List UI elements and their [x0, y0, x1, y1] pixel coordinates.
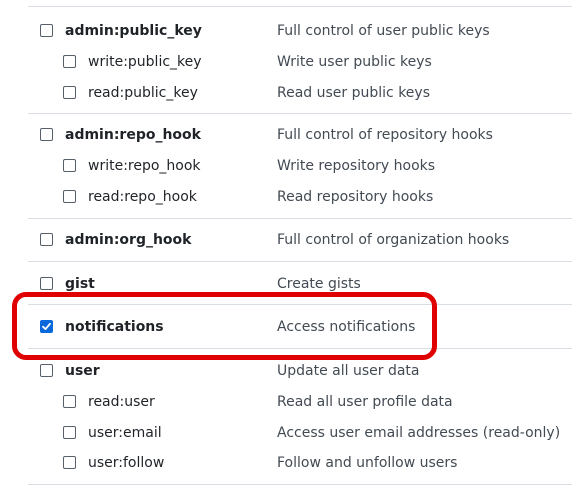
- scope-row-write-public-key: write:public_key Write user public keys: [28, 50, 572, 74]
- scope-row-gist: gist Create gists: [28, 272, 572, 296]
- scope-description: Access user email addresses (read-only): [277, 425, 561, 441]
- checkmark-icon: [42, 322, 51, 330]
- scope-group-notifications: notifications Access notifications: [28, 305, 572, 349]
- scope-label: user:email: [88, 425, 162, 441]
- scope-label: read:public_key: [88, 85, 198, 101]
- scope-row-read-repo-hook: read:repo_hook Read repository hooks: [28, 185, 572, 209]
- scope-label: read:user: [88, 394, 155, 410]
- scope-description: Full control of repository hooks: [277, 127, 493, 143]
- scope-label: read:repo_hook: [88, 189, 197, 205]
- gist-checkbox[interactable]: [40, 277, 53, 290]
- scope-row-read-public-key: read:public_key Read user public keys: [28, 81, 572, 105]
- notifications-checkbox[interactable]: [40, 320, 53, 333]
- write-public-key-checkbox[interactable]: [63, 55, 76, 68]
- scope-label: write:repo_hook: [88, 158, 201, 174]
- scope-description: Read all user profile data: [277, 394, 453, 410]
- user-checkbox[interactable]: [40, 364, 53, 377]
- scope-row-notifications: notifications Access notifications: [28, 315, 572, 339]
- scope-row-admin-repo-hook: admin:repo_hook Full control of reposito…: [28, 123, 572, 147]
- scope-description: Write user public keys: [277, 54, 432, 70]
- scope-group-admin-repo-hook: admin:repo_hook Full control of reposito…: [28, 114, 572, 219]
- scope-row-read-user: read:user Read all user profile data: [28, 390, 572, 414]
- oauth-scopes-panel: admin:public_key Full control of user pu…: [0, 0, 572, 496]
- scope-label: user:follow: [88, 455, 165, 471]
- read-public-key-checkbox[interactable]: [63, 86, 76, 99]
- scope-label: notifications: [65, 319, 164, 335]
- scope-description: Full control of organization hooks: [277, 232, 510, 248]
- scope-label: admin:public_key: [65, 23, 202, 39]
- admin-org-hook-checkbox[interactable]: [40, 233, 53, 246]
- read-user-checkbox[interactable]: [63, 395, 76, 408]
- scope-row-admin-org-hook: admin:org_hook Full control of organizat…: [28, 228, 572, 252]
- scope-row-admin-public-key: admin:public_key Full control of user pu…: [28, 19, 572, 43]
- scope-label: user: [65, 363, 100, 379]
- scope-group-admin-public-key: admin:public_key Full control of user pu…: [28, 7, 572, 114]
- scope-group-gist: gist Create gists: [28, 262, 572, 305]
- scope-description: Read user public keys: [277, 85, 430, 101]
- scope-label: admin:org_hook: [65, 232, 192, 248]
- write-repo-hook-checkbox[interactable]: [63, 159, 76, 172]
- scope-description: Read repository hooks: [277, 189, 434, 205]
- user-email-checkbox[interactable]: [63, 426, 76, 439]
- admin-repo-hook-checkbox[interactable]: [40, 128, 53, 141]
- scope-label: write:public_key: [88, 54, 202, 70]
- scope-description: Access notifications: [277, 319, 416, 335]
- scope-description: Write repository hooks: [277, 158, 436, 174]
- user-follow-checkbox[interactable]: [63, 456, 76, 469]
- read-repo-hook-checkbox[interactable]: [63, 190, 76, 203]
- scope-description: Full control of user public keys: [277, 23, 490, 39]
- scope-label: gist: [65, 276, 95, 292]
- scope-row-user: user Update all user data: [28, 359, 572, 383]
- scope-row-write-repo-hook: write:repo_hook Write repository hooks: [28, 154, 572, 178]
- scope-label: admin:repo_hook: [65, 127, 201, 143]
- admin-public-key-checkbox[interactable]: [40, 24, 53, 37]
- scope-description: Create gists: [277, 276, 361, 292]
- scope-row-user-email: user:email Access user email addresses (…: [28, 421, 572, 445]
- scope-row-user-follow: user:follow Follow and unfollow users: [28, 451, 572, 475]
- scope-description: Update all user data: [277, 363, 420, 379]
- scope-description: Follow and unfollow users: [277, 455, 458, 471]
- scope-group-admin-org-hook: admin:org_hook Full control of organizat…: [28, 219, 572, 262]
- scope-group-user: user Update all user data read:user Read…: [28, 349, 572, 485]
